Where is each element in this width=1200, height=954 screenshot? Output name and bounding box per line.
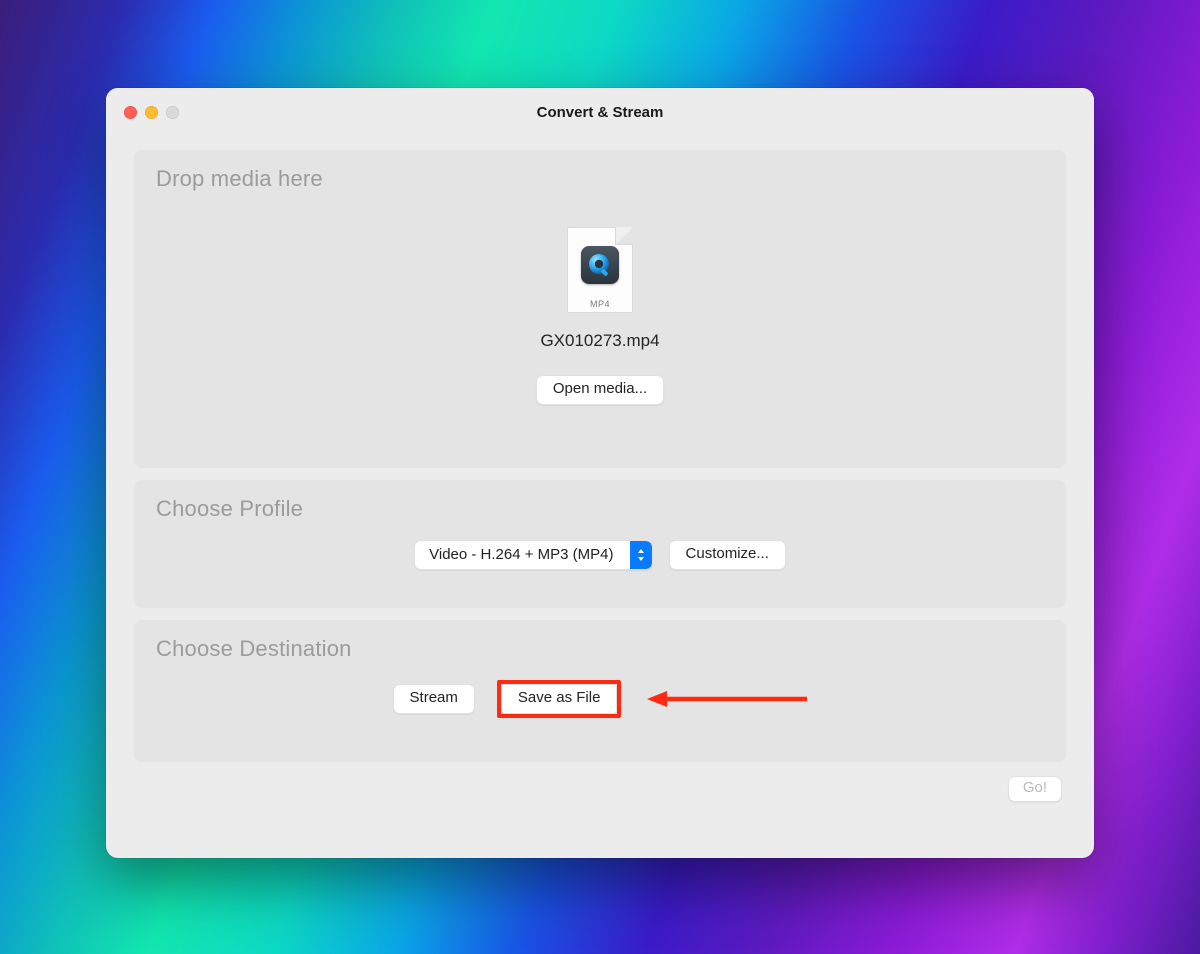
zoom-window-button[interactable] <box>166 106 179 119</box>
media-file-icon: MP4 <box>567 227 633 313</box>
profile-select[interactable]: Video - H.264 + MP3 (MP4) <box>414 540 652 570</box>
annotation-arrow-icon <box>647 689 807 709</box>
open-media-button[interactable]: Open media... <box>536 375 664 405</box>
save-as-file-button[interactable]: Save as File <box>501 684 618 714</box>
drop-media-section[interactable]: Drop media here <box>134 150 1066 468</box>
choose-profile-section: Choose Profile Video - H.264 + MP3 (MP4)… <box>134 480 1066 608</box>
titlebar: Convert & Stream <box>106 88 1094 136</box>
quicktime-icon <box>581 246 619 284</box>
select-arrows-icon <box>630 541 652 569</box>
close-window-button[interactable] <box>124 106 137 119</box>
media-filename: GX010273.mp4 <box>540 331 659 351</box>
destination-row: Stream Save as File <box>156 680 1044 718</box>
footer-row: Go! <box>134 774 1066 802</box>
file-extension-label: MP4 <box>590 299 610 309</box>
profile-row: Video - H.264 + MP3 (MP4) Customize... <box>156 540 1044 570</box>
choose-destination-section: Choose Destination Stream Save as File <box>134 620 1066 762</box>
stream-button[interactable]: Stream <box>393 684 475 714</box>
window-traffic-lights <box>106 106 179 119</box>
convert-stream-window: Convert & Stream Drop media here <box>106 88 1094 858</box>
page-fold-icon <box>615 227 633 245</box>
drop-content: MP4 GX010273.mp4 Open media... <box>156 186 1044 446</box>
desktop-background: Convert & Stream Drop media here <box>0 0 1200 954</box>
window-body: Drop media here <box>106 136 1094 858</box>
annotation-highlight-box: Save as File <box>497 680 622 718</box>
choose-profile-heading: Choose Profile <box>156 496 1044 522</box>
window-title: Convert & Stream <box>106 104 1094 121</box>
profile-select-value: Video - H.264 + MP3 (MP4) <box>415 541 629 569</box>
minimize-window-button[interactable] <box>145 106 158 119</box>
choose-destination-heading: Choose Destination <box>156 636 1044 662</box>
go-button[interactable]: Go! <box>1008 776 1062 802</box>
customize-profile-button[interactable]: Customize... <box>669 540 786 570</box>
